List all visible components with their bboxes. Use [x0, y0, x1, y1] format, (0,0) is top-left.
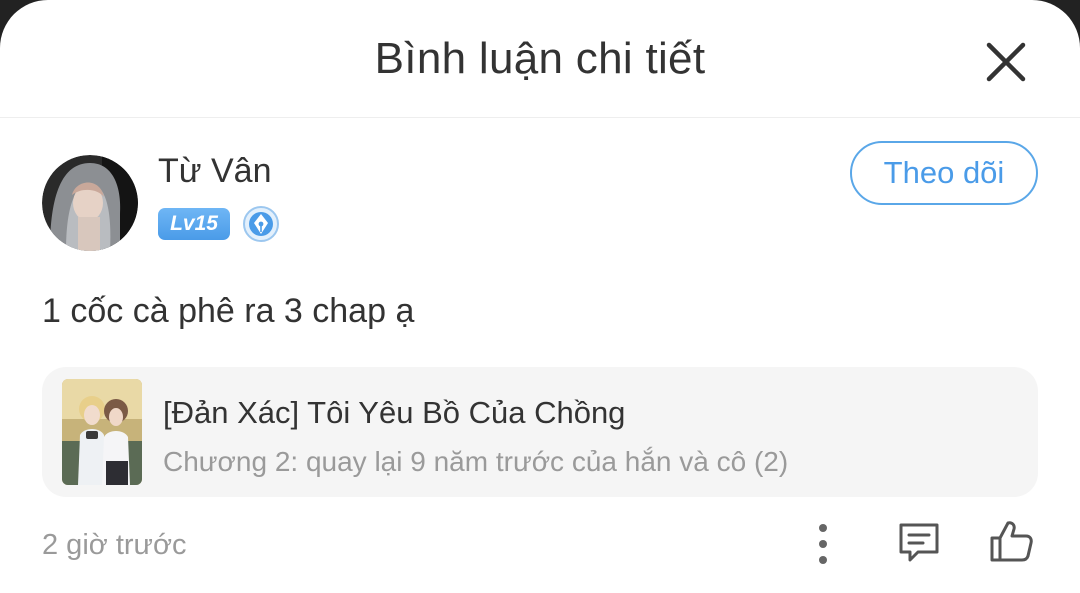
story-cover-thumbnail — [62, 379, 142, 485]
thumbs-up-icon — [990, 521, 1033, 562]
username[interactable]: Từ Vân — [158, 152, 271, 191]
user-avatar[interactable] — [42, 155, 138, 251]
pen-nib-badge-icon — [242, 205, 280, 243]
comment-timestamp: 2 giờ trước — [42, 529, 187, 561]
more-vertical-icon — [819, 524, 827, 564]
comment-text: 1 cốc cà phê ra 3 chap ạ — [42, 292, 415, 330]
comment-detail-sheet: Bình luận chi tiết Từ Vân Lv15 Theo dõi … — [0, 0, 1080, 593]
follow-button[interactable]: Theo dõi — [850, 141, 1038, 205]
like-button[interactable] — [988, 518, 1036, 566]
comment-reply-icon — [899, 523, 939, 562]
more-options-button[interactable] — [803, 522, 843, 566]
story-title: [Đản Xác] Tôi Yêu Bồ Của Chồng — [163, 395, 626, 430]
reply-button[interactable] — [896, 520, 942, 566]
sheet-header: Bình luận chi tiết — [0, 0, 1080, 118]
close-button[interactable] — [982, 38, 1030, 86]
story-link-card[interactable]: [Đản Xác] Tôi Yêu Bồ Của Chồng Chương 2:… — [42, 367, 1038, 497]
level-badge: Lv15 — [158, 208, 230, 240]
story-chapter: Chương 2: quay lại 9 năm trước của hắn v… — [163, 446, 789, 477]
close-icon — [986, 42, 1026, 82]
page-title: Bình luận chi tiết — [374, 34, 706, 83]
